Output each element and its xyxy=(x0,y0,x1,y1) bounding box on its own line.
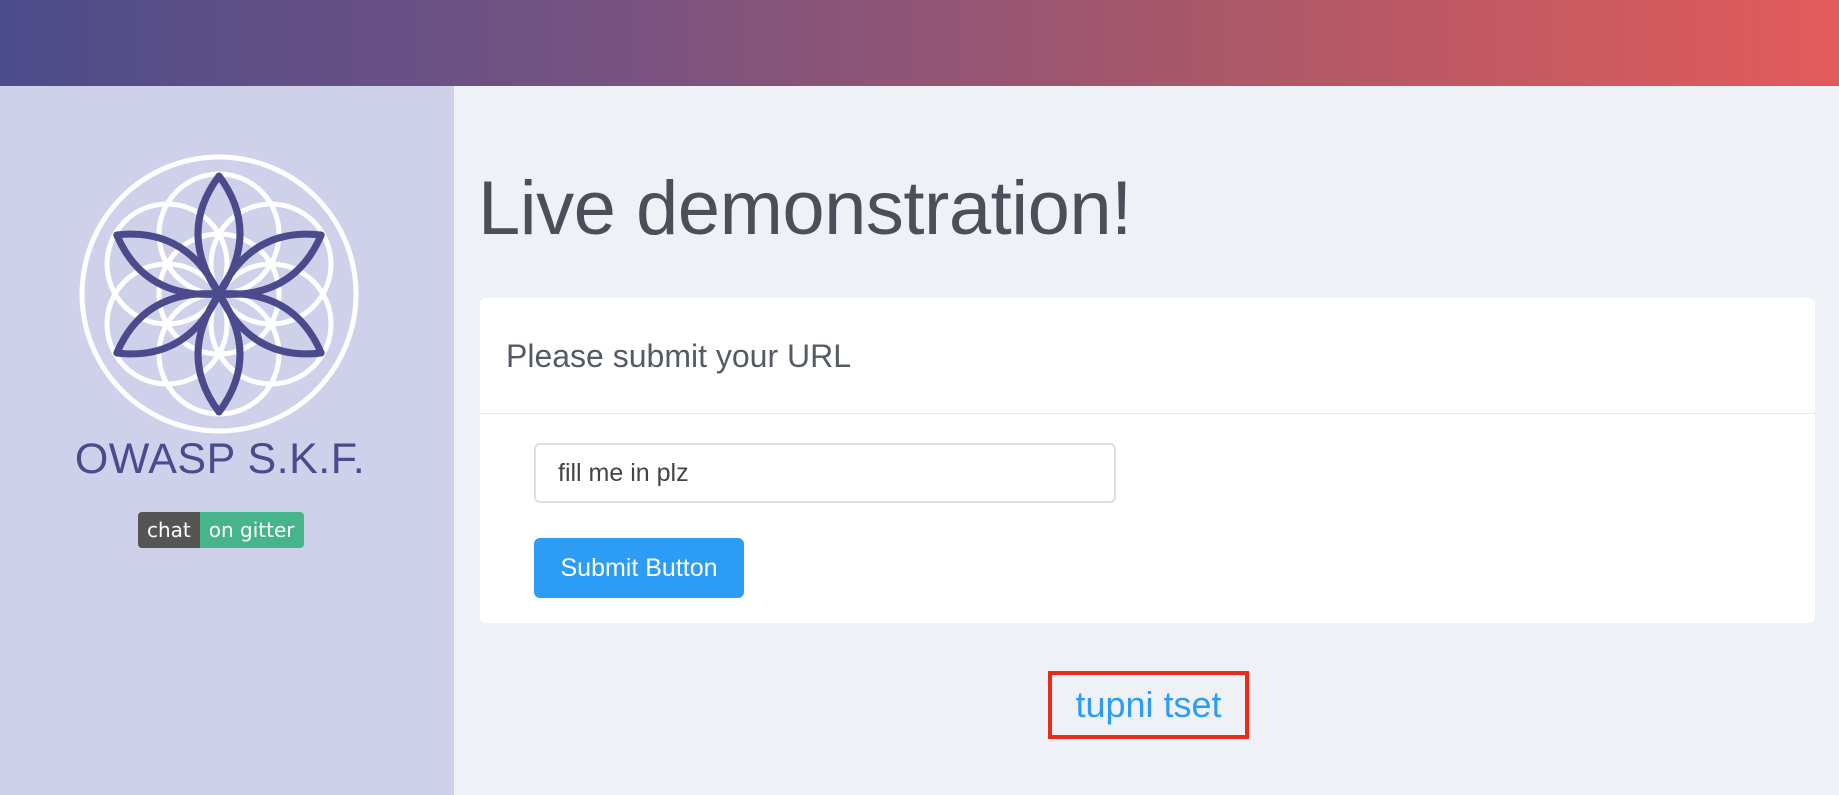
top-banner xyxy=(0,0,1839,86)
reversed-text-link[interactable]: tupni tset xyxy=(1048,671,1249,739)
submit-button[interactable]: Submit Button xyxy=(534,538,744,598)
owasp-flower-logo-icon xyxy=(79,154,359,434)
gitter-chat-badge[interactable]: chat on gitter xyxy=(138,512,304,548)
badge-label-gitter: on gitter xyxy=(199,512,304,548)
brand-name: OWASP S.K.F. xyxy=(74,435,366,483)
badge-label-chat: chat xyxy=(138,512,200,548)
url-input[interactable] xyxy=(534,443,1116,503)
page-title: Live demonstration! xyxy=(478,166,1132,251)
card-title: Please submit your URL xyxy=(480,298,1815,414)
url-form-card: Please submit your URL Submit Button xyxy=(480,298,1815,623)
